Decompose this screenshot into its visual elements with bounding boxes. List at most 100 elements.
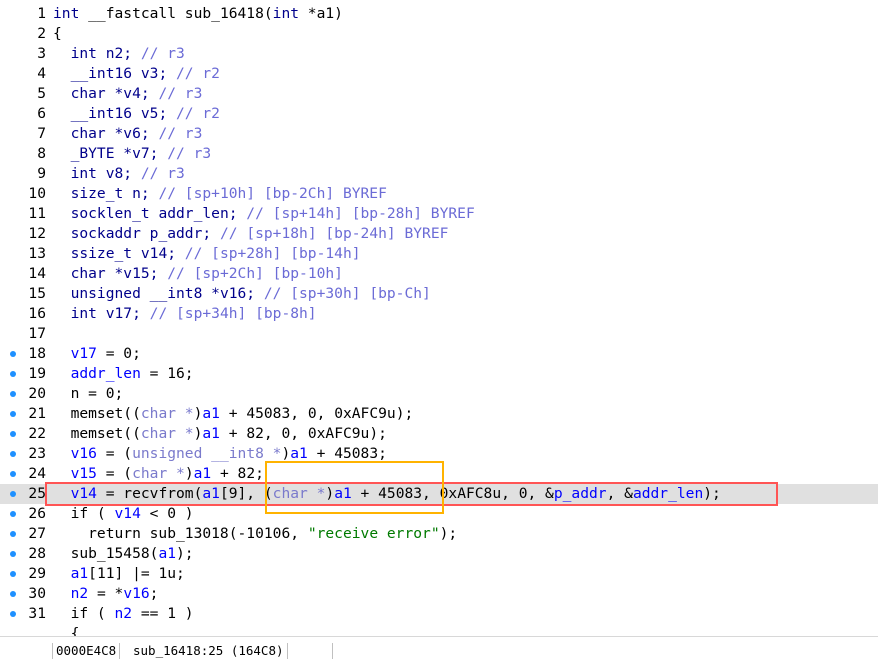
code-token: = ( [96, 445, 133, 462]
line-number: 25 [28, 485, 46, 502]
code-text[interactable]: return sub_13018(-10106, "receive error"… [53, 524, 457, 544]
line-number: 22 [28, 425, 46, 442]
code-line[interactable]: 14 char *v15; // [sp+2Ch] [bp-10h] [0, 264, 878, 284]
code-token: int n2; [70, 45, 133, 62]
code-text[interactable]: memset((char *)a1 + 82, 0, 0xAFC9u); [53, 424, 387, 444]
code-line[interactable]: 11 socklen_t addr_len; // [sp+14h] [bp-2… [0, 204, 878, 224]
code-text[interactable]: int __fastcall sub_16418(int *a1) [53, 4, 343, 24]
code-text[interactable]: unsigned __int8 *v16; // [sp+30h] [bp-Ch… [53, 284, 431, 304]
line-number: 27 [28, 525, 46, 542]
code-line[interactable]: 5 char *v4; // r3 [0, 84, 878, 104]
line-number: 12 [28, 225, 46, 242]
code-text[interactable]: { [53, 24, 62, 44]
code-line[interactable]: 24 v15 = (char *)a1 + 82; [0, 464, 878, 484]
code-text[interactable]: memset((char *)a1 + 45083, 0, 0xAFC9u); [53, 404, 414, 424]
code-text[interactable]: _BYTE *v7; // r3 [53, 144, 212, 164]
code-text[interactable]: v16 = (unsigned __int8 *)a1 + 45083; [53, 444, 387, 464]
code-line[interactable]: 19 addr_len = 16; [0, 364, 878, 384]
code-line[interactable]: 25 v14 = recvfrom(a1[9], (char *)a1 + 45… [0, 484, 878, 504]
line-number: 8 [37, 145, 46, 162]
code-line[interactable]: 6 __int16 v5; // r2 [0, 104, 878, 124]
code-text[interactable]: char *v4; // r3 [53, 84, 203, 104]
status-bar: 0000E4C8 sub_16418:25 (164C8) [0, 636, 878, 665]
code-token: memset(( [53, 405, 141, 422]
code-text[interactable]: sub_15458(a1); [53, 544, 194, 564]
code-token: *a1) [299, 5, 343, 22]
code-line[interactable]: 29 a1[11] |= 1u; [0, 564, 878, 584]
status-bar-spacer [0, 637, 52, 665]
code-line[interactable]: 7 char *v6; // r3 [0, 124, 878, 144]
code-token: ) [325, 485, 335, 502]
code-text[interactable]: char *v15; // [sp+2Ch] [bp-10h] [53, 264, 343, 284]
code-token: v16 [70, 445, 97, 462]
code-token: char * [272, 485, 326, 502]
code-line[interactable]: { [0, 624, 878, 636]
code-text[interactable]: if ( v14 < 0 ) [53, 504, 194, 524]
code-token: == 1 ) [132, 605, 194, 622]
code-text[interactable]: { [53, 624, 80, 636]
code-line[interactable]: 12 sockaddr p_addr; // [sp+18h] [bp-24h]… [0, 224, 878, 244]
code-text[interactable]: v14 = recvfrom(a1[9], (char *)a1 + 45083… [53, 484, 721, 504]
code-text[interactable]: sockaddr p_addr; // [sp+18h] [bp-24h] BY… [53, 224, 449, 244]
line-number: 30 [28, 585, 46, 602]
code-token: ); [439, 525, 458, 542]
code-text[interactable]: __int16 v5; // r2 [53, 104, 220, 124]
code-text[interactable]: v15 = (char *)a1 + 82; [53, 464, 264, 484]
code-text[interactable]: size_t n; // [sp+10h] [bp-2Ch] BYREF [53, 184, 387, 204]
code-text[interactable]: char *v6; // r3 [53, 124, 203, 144]
code-text[interactable]: addr_len = 16; [53, 364, 194, 384]
code-text[interactable]: n = 0; [53, 384, 124, 404]
code-token: , & [606, 485, 633, 502]
code-line[interactable]: 22 memset((char *)a1 + 82, 0, 0xAFC9u); [0, 424, 878, 444]
code-token: memset(( [53, 425, 141, 442]
code-token: = 0; [96, 345, 141, 362]
code-text[interactable]: int v8; // r3 [53, 164, 185, 184]
code-token: char * [132, 465, 185, 482]
pseudocode-editor[interactable]: 1 int __fastcall sub_16418(int *a1) 2{3 in… [0, 0, 878, 636]
code-text[interactable]: v17 = 0; [53, 344, 141, 364]
line-number: 7 [37, 125, 46, 142]
code-token: if ( [53, 605, 115, 622]
code-text[interactable]: socklen_t addr_len; // [sp+14h] [bp-28h]… [53, 204, 475, 224]
code-line[interactable]: 9 int v8; // r3 [0, 164, 878, 184]
code-line[interactable]: 13 ssize_t v14; // [sp+28h] [bp-14h] [0, 244, 878, 264]
code-line[interactable]: 4 __int16 v3; // r2 [0, 64, 878, 84]
code-line[interactable]: 23 v16 = (unsigned __int8 *)a1 + 45083; [0, 444, 878, 464]
code-line[interactable]: 31 if ( n2 == 1 ) [0, 604, 878, 624]
code-line[interactable]: 3 int n2; // r3 [0, 44, 878, 64]
code-text[interactable]: a1[11] |= 1u; [53, 564, 185, 584]
code-line[interactable]: 10 size_t n; // [sp+10h] [bp-2Ch] BYREF [0, 184, 878, 204]
code-line[interactable]: 17 [0, 324, 878, 344]
code-line[interactable]: 2{ [0, 24, 878, 44]
code-line[interactable]: 21 memset((char *)a1 + 45083, 0, 0xAFC9u… [0, 404, 878, 424]
code-token: < 0 ) [140, 505, 194, 522]
code-token: // [sp+28h] [bp-14h] [176, 245, 361, 262]
code-token: __int16 v5; [70, 105, 168, 122]
code-token: a1 [193, 465, 212, 482]
code-text[interactable]: n2 = *v16; [53, 584, 159, 604]
code-text[interactable]: ssize_t v14; // [sp+28h] [bp-14h] [53, 244, 361, 264]
code-text[interactable]: int n2; // r3 [53, 44, 185, 64]
line-number: 28 [28, 545, 46, 562]
code-line[interactable]: 20 n = 0; [0, 384, 878, 404]
line-number: 10 [28, 185, 46, 202]
line-number: 2 [37, 25, 46, 42]
line-number: 14 [28, 265, 46, 282]
code-line[interactable]: 27 return sub_13018(-10106, "receive err… [0, 524, 878, 544]
code-text[interactable]: __int16 v3; // r2 [53, 64, 220, 84]
code-line[interactable]: 1 int __fastcall sub_16418(int *a1) [0, 4, 878, 24]
code-line[interactable]: 16 int v17; // [sp+34h] [bp-8h] [0, 304, 878, 324]
code-text[interactable]: int v17; // [sp+34h] [bp-8h] [53, 304, 317, 324]
code-text[interactable]: if ( n2 == 1 ) [53, 604, 194, 624]
code-line[interactable]: 15 unsigned __int8 *v16; // [sp+30h] [bp… [0, 284, 878, 304]
code-token: char * [140, 405, 194, 422]
line-number: 29 [28, 565, 46, 582]
code-token: // [sp+10h] [bp-2Ch] BYREF [149, 185, 387, 202]
code-line[interactable]: 30 n2 = *v16; [0, 584, 878, 604]
code-token: // r3 [149, 85, 203, 102]
code-line[interactable]: 28 sub_15458(a1); [0, 544, 878, 564]
code-token: ) [281, 445, 291, 462]
code-line[interactable]: 8 _BYTE *v7; // r3 [0, 144, 878, 164]
code-line[interactable]: 18 v17 = 0; [0, 344, 878, 364]
code-line[interactable]: 26 if ( v14 < 0 ) [0, 504, 878, 524]
